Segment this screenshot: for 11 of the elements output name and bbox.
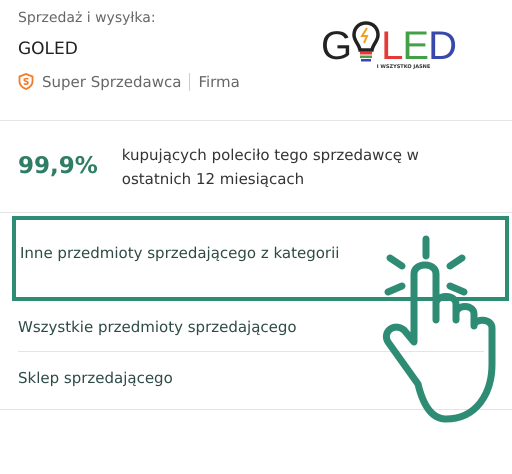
- seller-link[interactable]: Sklep sprzedającego: [0, 352, 512, 410]
- logo-letter: G: [321, 26, 352, 66]
- shield-icon: [18, 73, 34, 90]
- section-label: Sprzedaż i wysyłka:: [18, 9, 157, 28]
- super-seller-label: Super Sprzedawca: [42, 72, 182, 92]
- recommendation-text: kupujących poleciło tego sprzedawcę w ostatnich 12 miesiącach: [122, 144, 420, 190]
- seller-link[interactable]: Inne przedmioty sprzedającego z kategorii: [12, 216, 509, 301]
- seller-link[interactable]: Wszystkie przedmioty sprzedającego: [18, 301, 484, 352]
- recommendation-percent: 99,9%: [18, 152, 98, 182]
- seller-type: Firma: [198, 72, 240, 92]
- seller-name: GOLED: [18, 38, 79, 61]
